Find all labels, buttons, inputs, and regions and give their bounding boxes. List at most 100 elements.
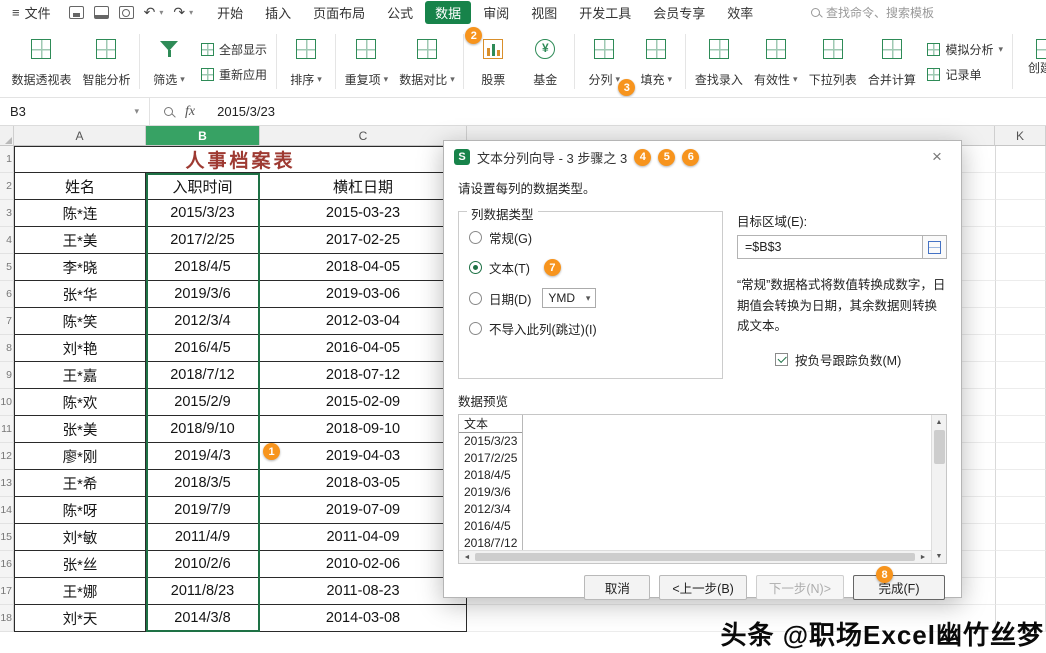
column-header-B[interactable]: B	[146, 126, 260, 146]
cell-join-date[interactable]: 2019/3/6	[146, 281, 260, 308]
ribbon-button[interactable]: 筛选▾	[143, 26, 195, 97]
row-number[interactable]: 15	[0, 524, 14, 551]
ribbon-button[interactable]: 全部显示	[201, 41, 267, 58]
scroll-down-icon[interactable]: ▼	[932, 549, 946, 563]
table-header-cell[interactable]: 姓名	[14, 173, 146, 200]
cell-dash-date[interactable]: 2011-08-23	[260, 578, 467, 605]
cell-name[interactable]: 陈*呀	[14, 497, 146, 524]
preview-vertical-scrollbar[interactable]: ▲ ▼	[931, 415, 946, 563]
ribbon-button[interactable]: 下拉列表	[803, 26, 862, 97]
cell-name[interactable]: 刘*天	[14, 605, 146, 632]
empty-cell[interactable]	[995, 281, 1046, 308]
cell-join-date[interactable]: 2015/2/9	[146, 389, 260, 416]
radio-option[interactable]: 不导入此列(跳过)(I)	[469, 319, 712, 338]
formula-value[interactable]: 2015/3/23	[209, 104, 275, 119]
next-button[interactable]: 下一步(N)>	[756, 575, 844, 600]
cell-join-date[interactable]: 2019/4/3	[146, 443, 260, 470]
save-icon[interactable]	[69, 6, 84, 19]
cell-name[interactable]: 刘*敏	[14, 524, 146, 551]
redo-icon[interactable]: ↷	[173, 5, 185, 19]
preview-column-header[interactable]: 文本	[459, 415, 522, 433]
finish-button[interactable]: 完成(F) 8	[853, 575, 945, 600]
cell-join-date[interactable]: 2012/3/4	[146, 308, 260, 335]
ribbon-button[interactable]: 分列▾3	[578, 26, 630, 97]
menu-tab[interactable]: 插入	[255, 1, 301, 24]
menu-tab[interactable]: 会员专享	[643, 1, 715, 24]
empty-cell[interactable]	[995, 551, 1046, 578]
row-number[interactable]: 13	[0, 470, 14, 497]
cell-join-date[interactable]: 2019/7/9	[146, 497, 260, 524]
scrollbar-thumb[interactable]	[934, 430, 945, 464]
empty-cell[interactable]	[995, 497, 1046, 524]
scroll-up-icon[interactable]: ▲	[932, 415, 946, 429]
cell-dash-date[interactable]: 2015-02-09	[260, 389, 467, 416]
ribbon-button[interactable]: 记录单	[927, 66, 1003, 83]
menu-tab[interactable]: 开发工具	[569, 1, 641, 24]
empty-cell[interactable]	[995, 389, 1046, 416]
search-icon[interactable]	[164, 107, 173, 116]
cell-dash-date[interactable]: 2018-07-12	[260, 362, 467, 389]
table-header-cell[interactable]: 横杠日期	[260, 173, 467, 200]
cell-name[interactable]: 王*希	[14, 470, 146, 497]
insert-function-button[interactable]: fx	[185, 104, 195, 120]
row-number[interactable]: 18	[0, 605, 14, 632]
scroll-right-icon[interactable]: ►	[917, 551, 929, 563]
name-box[interactable]: B3 ▾	[0, 98, 150, 125]
cell-name[interactable]: 陈*连	[14, 200, 146, 227]
cell-name[interactable]: 刘*艳	[14, 335, 146, 362]
print-preview-icon[interactable]	[119, 6, 134, 19]
empty-cell[interactable]	[995, 578, 1046, 605]
cell-dash-date[interactable]: 2019-07-09	[260, 497, 467, 524]
row-number[interactable]: 8	[0, 335, 14, 362]
row-number[interactable]: 6	[0, 281, 14, 308]
file-menu[interactable]: ≡ 文件	[8, 3, 55, 22]
ribbon-button[interactable]: 创建组	[1020, 26, 1046, 85]
row-number[interactable]: 2	[0, 173, 14, 200]
cell-join-date[interactable]: 2018/3/5	[146, 470, 260, 497]
ribbon-button[interactable]: 有效性▾	[748, 26, 803, 97]
menu-tab[interactable]: 效率	[717, 1, 763, 24]
menu-tab[interactable]: 数据	[425, 1, 471, 24]
cell-name[interactable]: 李*晓	[14, 254, 146, 281]
row-number[interactable]: 14	[0, 497, 14, 524]
cell-dash-date[interactable]: 2018-09-10	[260, 416, 467, 443]
date-format-dropdown[interactable]: YMD▾	[542, 288, 596, 308]
cell-dash-date[interactable]: 2018-03-05	[260, 470, 467, 497]
column-header-A[interactable]: A	[14, 126, 146, 146]
negative-number-checkbox[interactable]: 按负号跟踪负数(M)	[775, 350, 947, 369]
column-header-K[interactable]: K	[995, 126, 1046, 146]
cell-dash-date[interactable]: 2014-03-08	[260, 605, 467, 632]
cell-name[interactable]: 张*华	[14, 281, 146, 308]
menu-tab[interactable]: 视图	[521, 1, 567, 24]
undo-dropdown-icon[interactable]: ▾	[159, 8, 163, 17]
menu-tab[interactable]: 审阅	[473, 1, 519, 24]
cell-name[interactable]: 陈*欢	[14, 389, 146, 416]
cell-dash-date[interactable]: 2016-04-05	[260, 335, 467, 362]
empty-cell[interactable]	[995, 254, 1046, 281]
cell-name[interactable]: 王*娜	[14, 578, 146, 605]
radio-option[interactable]: 文本(T)7	[469, 258, 712, 277]
cell-name[interactable]: 王*美	[14, 227, 146, 254]
row-number[interactable]: 16	[0, 551, 14, 578]
ribbon-button[interactable]: 填充▾	[630, 26, 682, 97]
cell-dash-date[interactable]: 2011-04-09	[260, 524, 467, 551]
ribbon-button[interactable]: 基金	[519, 26, 571, 97]
cell-join-date[interactable]: 2017/2/25	[146, 227, 260, 254]
cancel-button[interactable]: 取消	[584, 575, 650, 600]
ribbon-button[interactable]: 排序▾	[280, 26, 332, 97]
cell-dash-date[interactable]: 2015-03-23	[260, 200, 467, 227]
radio-option[interactable]: 常规(G)	[469, 228, 712, 247]
cell-dash-date[interactable]: 2019-03-06	[260, 281, 467, 308]
cell-name[interactable]: 王*嘉	[14, 362, 146, 389]
radio-option[interactable]: 日期(D)YMD▾	[469, 288, 712, 308]
empty-cell[interactable]	[995, 524, 1046, 551]
back-button[interactable]: <上一步(B)	[659, 575, 746, 600]
cell-join-date[interactable]: 2016/4/5	[146, 335, 260, 362]
cell-join-date[interactable]: 2018/9/10	[146, 416, 260, 443]
target-range-input[interactable]: =$B$3	[737, 235, 947, 259]
menu-tab[interactable]: 页面布局	[303, 1, 375, 24]
cell-join-date[interactable]: 2015/3/23	[146, 200, 260, 227]
command-search[interactable]: 查找命令、搜索模板	[811, 4, 1038, 21]
ribbon-button[interactable]: 智能分析	[77, 26, 136, 97]
cell-join-date[interactable]: 2010/2/6	[146, 551, 260, 578]
